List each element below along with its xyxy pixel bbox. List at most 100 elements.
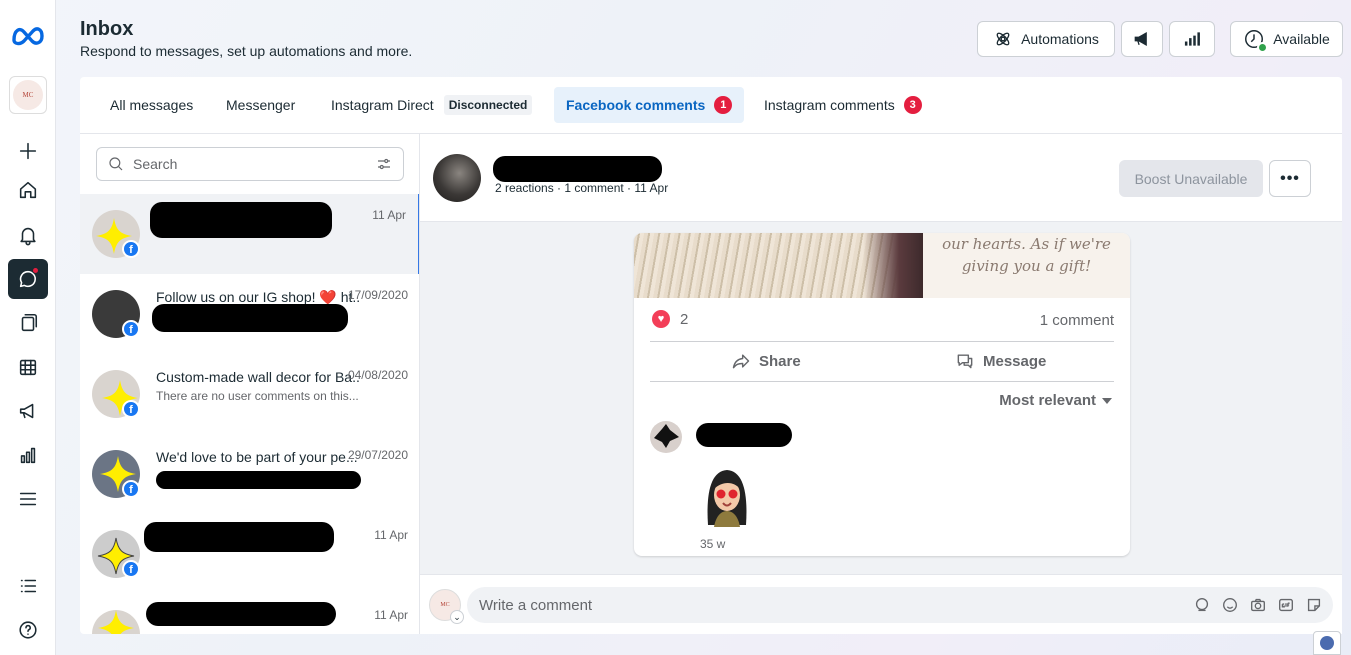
comment-input[interactable] <box>479 596 1193 614</box>
insights-button[interactable] <box>1169 21 1215 57</box>
tab-instagram-comments[interactable]: Instagram comments 3 <box>752 87 934 123</box>
comment-time: 35 w <box>700 537 726 551</box>
announcement-button[interactable] <box>1121 21 1163 57</box>
search-input[interactable] <box>133 156 375 172</box>
unread-count-badge: 3 <box>903 96 922 114</box>
heart-icon: ♥ <box>652 310 670 328</box>
clock-icon <box>1243 28 1269 53</box>
conversation-date: 04/08/2020 <box>347 368 408 382</box>
facebook-icon: f <box>122 320 140 338</box>
comment-count[interactable]: 1 comment <box>1040 312 1114 329</box>
boost-button[interactable]: Boost Unavailable <box>1119 160 1263 197</box>
divider <box>650 381 1114 382</box>
conversation-message: We'd love to be part of your pe... <box>156 449 358 465</box>
filter-icon[interactable] <box>375 155 393 173</box>
message-icon <box>957 354 973 369</box>
megaphone-icon[interactable] <box>8 391 48 431</box>
conversation-date: 17/09/2020 <box>347 288 408 302</box>
share-icon <box>732 354 750 369</box>
caret-down-icon <box>1102 397 1112 404</box>
status-dot <box>1257 42 1269 53</box>
left-nav: MC <box>0 0 56 655</box>
tab-messenger[interactable]: Messenger <box>214 87 307 123</box>
bell-icon[interactable] <box>8 215 48 255</box>
camera-icon[interactable] <box>1249 596 1267 614</box>
globe-icon <box>1320 636 1334 650</box>
disconnected-badge: Disconnected <box>443 95 533 115</box>
menu-icon[interactable] <box>8 479 48 519</box>
facebook-icon: f <box>122 400 140 418</box>
help-icon[interactable] <box>8 610 48 650</box>
page-title: Inbox <box>80 18 134 40</box>
commenting-as-avatar[interactable]: MC ⌄ <box>429 589 464 624</box>
calendar-icon[interactable] <box>8 347 48 387</box>
language-button[interactable] <box>1313 631 1341 655</box>
post-card: our hearts. As if we're giving you a gif… <box>634 233 1130 556</box>
conversation-item[interactable]: f 11 Apr <box>80 194 419 274</box>
page-subtitle: Respond to messages, set up automations … <box>80 43 413 59</box>
redacted-name <box>150 202 332 238</box>
list-icon[interactable] <box>8 566 48 606</box>
post-detail: 2 reactions · 1 comment · 11 Apr Boost U… <box>420 134 1342 634</box>
page-avatar[interactable]: MC <box>9 76 47 114</box>
conversation-date: 11 Apr <box>374 608 408 622</box>
conversation-item[interactable]: 11 Apr <box>80 594 419 634</box>
automations-icon <box>996 32 1010 46</box>
post-meta: 2 reactions · 1 comment · 11 Apr <box>495 181 669 195</box>
automations-button[interactable]: Automations <box>977 21 1115 57</box>
pages-icon[interactable] <box>8 303 48 343</box>
post-image-caption: our hearts. As if we're giving you a gif… <box>923 233 1130 298</box>
tab-all-messages[interactable]: All messages <box>98 87 205 123</box>
conversation-date: 11 Apr <box>374 528 408 542</box>
gif-icon[interactable] <box>1277 596 1295 614</box>
create-icon[interactable] <box>8 131 48 171</box>
comment-composer: MC ⌄ <box>420 574 1342 634</box>
conversation-message: Custom-made wall decor for Ba... <box>156 369 361 385</box>
comment-sort-dropdown[interactable]: Most relevant <box>999 392 1112 409</box>
avatar-sticker-icon[interactable] <box>1193 596 1211 614</box>
divider <box>650 341 1114 342</box>
bar-chart-icon <box>1184 32 1200 46</box>
comment-box[interactable] <box>467 587 1333 623</box>
redacted-name <box>144 522 334 552</box>
inbox-panel: All messages Messenger Instagram Direct D… <box>80 77 1342 634</box>
bar-chart-icon[interactable] <box>8 435 48 475</box>
redacted-text <box>156 471 361 489</box>
meta-logo-icon[interactable] <box>10 24 46 52</box>
home-icon[interactable] <box>8 170 48 210</box>
notification-dot <box>32 267 39 274</box>
reaction-summary[interactable]: ♥ 2 <box>652 310 688 328</box>
facebook-icon: f <box>122 240 140 258</box>
message-button[interactable]: Message <box>955 351 1046 371</box>
share-button[interactable]: Share <box>731 351 801 371</box>
avatar <box>92 610 140 634</box>
available-label: Available <box>1273 31 1330 47</box>
search-box[interactable] <box>96 147 404 181</box>
post-image[interactable] <box>634 233 923 298</box>
facebook-icon: f <box>122 560 140 578</box>
conversation-item[interactable]: f 11 Apr <box>80 514 419 594</box>
redacted-name <box>493 156 662 182</box>
sticker-icon[interactable] <box>1305 596 1323 614</box>
conversation-date: 29/07/2020 <box>347 448 408 462</box>
conversation-item[interactable]: f Follow us on our IG shop! ❤️ ht... 17/… <box>80 274 419 354</box>
avatar <box>433 154 481 202</box>
unread-count-badge: 1 <box>714 96 733 114</box>
automations-label: Automations <box>1021 31 1099 47</box>
inbox-tabs: All messages Messenger Instagram Direct D… <box>80 77 1342 134</box>
conversation-date: 11 Apr <box>372 208 406 222</box>
tab-facebook-comments[interactable]: Facebook comments 1 <box>554 87 745 123</box>
chat-icon[interactable] <box>8 259 48 299</box>
availability-button[interactable]: Available <box>1230 21 1343 57</box>
conversation-item[interactable]: f We'd love to be part of your pe... 29/… <box>80 434 419 514</box>
sparkle-icon <box>98 610 134 634</box>
redacted-name <box>696 423 792 447</box>
conversation-preview: There are no user comments on this... <box>156 389 359 403</box>
tab-instagram-direct[interactable]: Instagram Direct Disconnected <box>319 87 544 123</box>
sticker-image <box>707 470 747 527</box>
more-options-button[interactable]: ••• <box>1269 160 1311 197</box>
emoji-icon[interactable] <box>1221 596 1239 614</box>
chevron-down-icon: ⌄ <box>450 610 464 624</box>
commenter-avatar[interactable] <box>650 421 682 453</box>
conversation-item[interactable]: f Custom-made wall decor for Ba... There… <box>80 354 419 434</box>
